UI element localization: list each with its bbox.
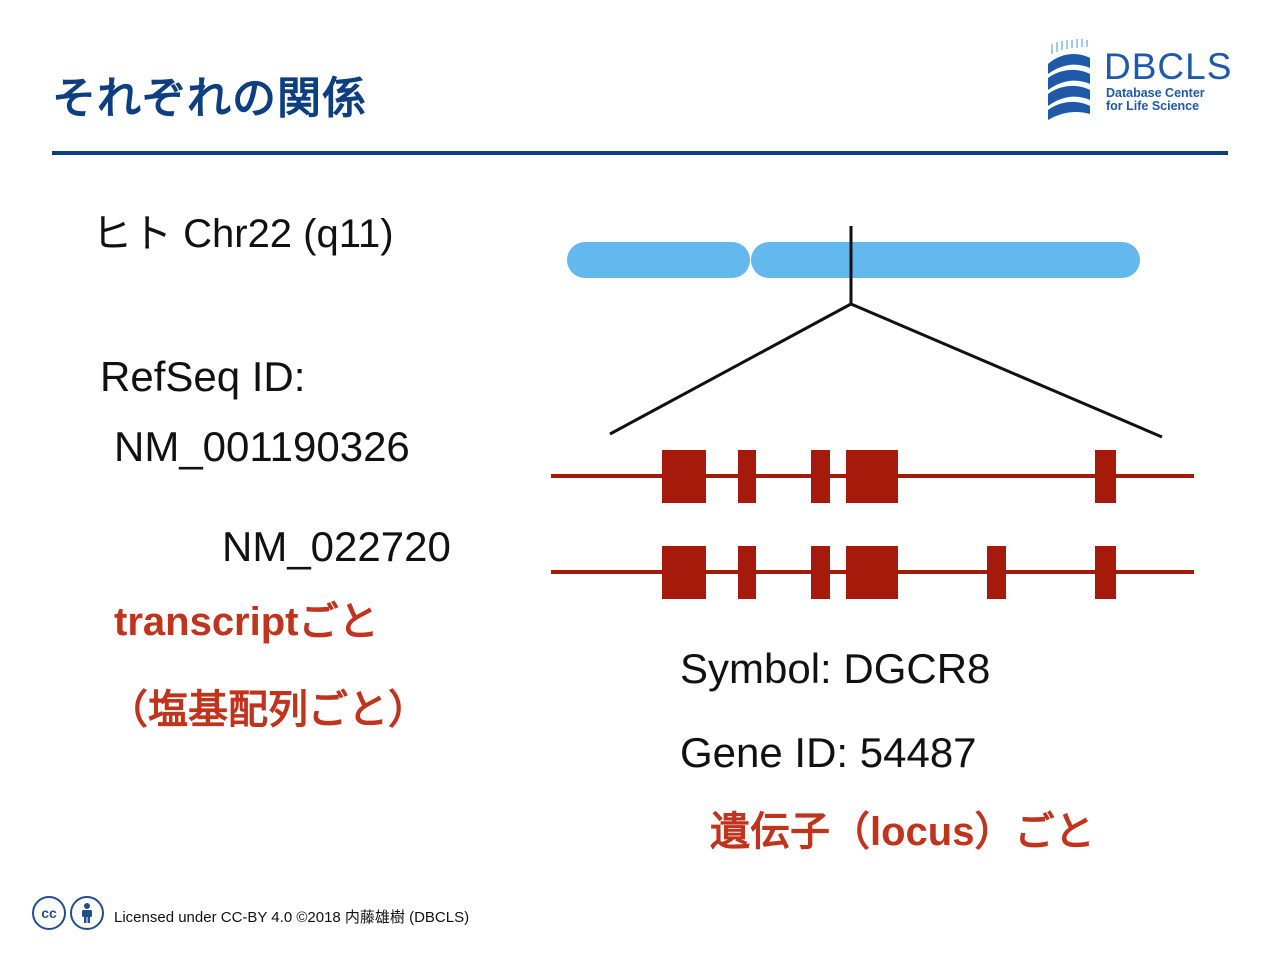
cc-icon-label: cc xyxy=(41,905,57,921)
chromosome-short-arm xyxy=(567,242,750,278)
transcript-1-exon-5 xyxy=(1095,450,1116,503)
person-glyph-icon xyxy=(82,903,92,923)
transcript-2-exon-3 xyxy=(811,546,830,599)
chromosome-long-arm xyxy=(751,242,1140,278)
zoom-line-left xyxy=(609,302,852,436)
license-text: Licensed under CC-BY 4.0 ©2018 内藤雄樹 (DBC… xyxy=(114,909,470,926)
transcript-2-exon-2 xyxy=(738,546,756,599)
transcript-1-exon-4 xyxy=(846,450,898,503)
person-icon xyxy=(70,896,104,930)
transcript-1-exon-3 xyxy=(811,450,830,503)
gene-structure-diagram xyxy=(551,226,1194,599)
transcript-2-exon-5 xyxy=(987,546,1006,599)
cc-icon: cc xyxy=(32,896,66,930)
transcript-2-exon-4 xyxy=(846,546,898,599)
transcript-2-exon-1 xyxy=(662,546,706,599)
transcript-1-exon-2 xyxy=(738,450,756,503)
transcript-2 xyxy=(551,546,1194,599)
zoom-line-right xyxy=(850,302,1163,439)
transcript-1-exon-1 xyxy=(662,450,706,503)
transcript-2-exon-6 xyxy=(1095,546,1116,599)
transcript-1 xyxy=(551,450,1194,503)
